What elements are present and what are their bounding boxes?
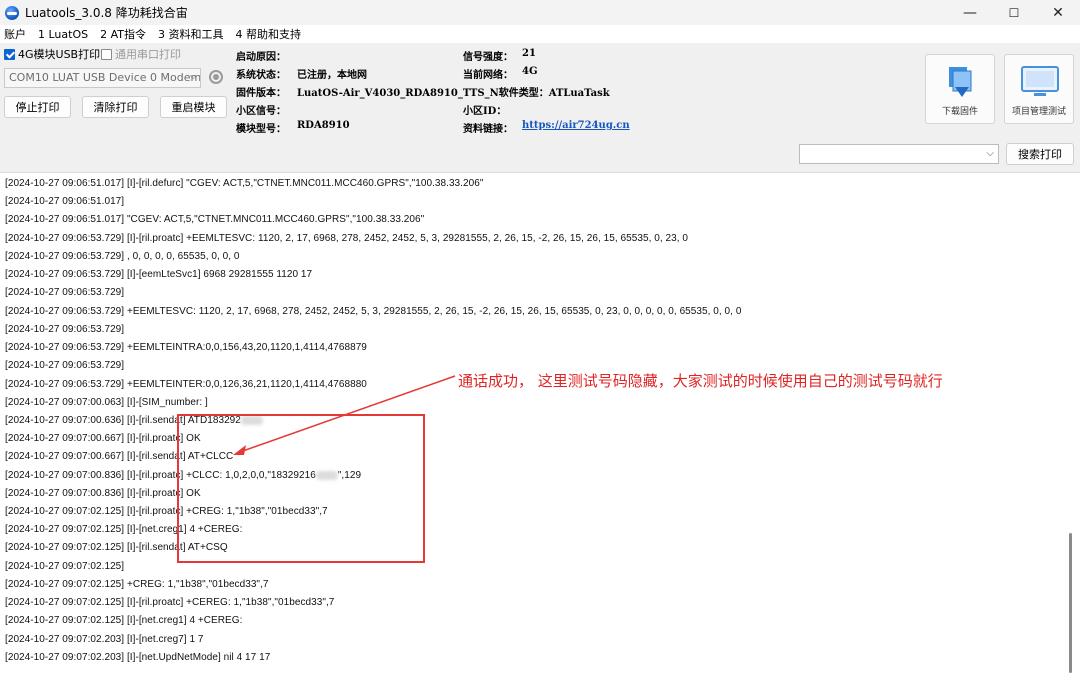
restart-module-button[interactable]: 重启模块 — [160, 96, 227, 118]
highlight-box — [177, 414, 425, 563]
menu-luatos[interactable]: 1 LuatOS — [38, 28, 88, 41]
download-icon — [949, 67, 972, 97]
download-firmware-button[interactable]: 下载固件 — [925, 54, 995, 124]
control-panel: 4G模块USB打印 通用串口打印 COM10 LUAT USB Device 0… — [0, 43, 1080, 172]
log-line: [2024-10-27 09:07:00.063] [I]-[SIM_numbe… — [5, 397, 208, 408]
app-logo-icon — [5, 5, 19, 20]
log-line: [2024-10-27 09:06:53.729] +EEMLTEINTER:0… — [5, 379, 367, 390]
log-line: [2024-10-27 09:07:00.667] [I]-[ril.proat… — [5, 433, 201, 444]
menu-account[interactable]: 账户 — [4, 26, 26, 42]
doc-link-label: 资料链接： — [463, 124, 513, 135]
log-line: [2024-10-27 09:07:02.203] [I]-[net.creg7… — [5, 634, 204, 645]
menu-bar: 账户 1 LuatOS 2 AT指令 3 资料和工具 4 帮助和支持 — [0, 25, 1080, 43]
chevron-down-icon: ⌵ — [189, 71, 197, 82]
port-select[interactable]: COM10 LUAT USB Device 0 Modem (C ⌵ — [4, 68, 201, 88]
maximize-button[interactable]: ☐ — [992, 0, 1036, 25]
window-controls: — ☐ ✕ — [948, 0, 1080, 25]
project-test-label: 项目管理测试 — [1011, 107, 1066, 117]
cell-signal-label: 小区信号： — [236, 106, 286, 117]
log-line: [2024-10-27 09:06:53.729] , 0, 0, 0, 0, … — [5, 251, 240, 262]
log-line: [2024-10-27 09:06:53.729] [I]-[eemLteSvc… — [5, 269, 313, 280]
current-network-value: 4G — [522, 66, 538, 77]
log-line: [2024-10-27 09:06:53.729] — [5, 360, 125, 371]
boot-reason-label: 启动原因： — [236, 52, 286, 63]
minimize-button[interactable]: — — [948, 0, 992, 25]
usb-print-label: 4G模块USB打印 — [18, 48, 101, 61]
download-firmware-label: 下载固件 — [941, 107, 978, 117]
project-test-button[interactable]: 项目管理测试 — [1004, 54, 1074, 124]
log-line: [2024-10-27 09:06:53.729] +EEMLTEINTRA:0… — [5, 342, 367, 353]
search-input[interactable]: ⌵ — [799, 144, 999, 164]
monitor-icon — [1021, 66, 1059, 96]
log-line: [2024-10-27 09:07:00.836] [I]-[ril.proat… — [5, 488, 201, 499]
serial-print-checkbox[interactable]: 通用串口打印 — [101, 46, 181, 62]
log-line: [2024-10-27 09:06:53.729] +EEMLTESVC: 11… — [5, 306, 742, 317]
menu-help-support[interactable]: 4 帮助和支持 — [236, 26, 302, 42]
annotation-text: 通话成功， 这里测试号码隐藏，大家测试的时候使用自己的测试号码就行 — [458, 372, 943, 390]
window-title: Luatools_3.0.8 降功耗找合宙 — [25, 6, 188, 20]
menu-at-commands[interactable]: 2 AT指令 — [100, 26, 146, 42]
log-line: [2024-10-27 09:06:51.017] "CGEV: ACT,5,"… — [5, 214, 425, 225]
module-model-label: 模块型号： — [236, 124, 286, 135]
search-print-button[interactable]: 搜索打印 — [1006, 143, 1074, 165]
firmware-label: 固件版本： — [236, 88, 286, 99]
doc-link[interactable]: https://air724ug.cn — [522, 120, 630, 131]
current-network-label: 当前网络： — [463, 70, 513, 81]
signal-strength-label: 信号强度： — [463, 52, 513, 63]
menu-resources-tools[interactable]: 3 资料和工具 — [158, 26, 224, 42]
system-status-value: 已注册，本地网 — [297, 70, 367, 81]
usb-print-checkbox[interactable]: 4G模块USB打印 — [4, 46, 100, 62]
clear-print-button[interactable]: 清除打印 — [82, 96, 149, 118]
module-model-value: RDA8910 — [297, 120, 350, 131]
chevron-down-icon: ⌵ — [986, 148, 994, 159]
log-line: [2024-10-27 09:06:51.017] — [5, 196, 125, 207]
log-line: [2024-10-27 09:07:02.125] [I]-[net.creg1… — [5, 615, 243, 626]
firmware-value: LuatOS-Air_V4030_RDA8910_TTS_N软件类型：ATLua… — [297, 88, 610, 99]
log-line: [2024-10-27 09:07:02.203] [I]-[net.UpdNe… — [5, 652, 271, 663]
log-line: [2024-10-27 09:07:02.125] — [5, 561, 125, 572]
close-button[interactable]: ✕ — [1036, 0, 1080, 25]
stop-print-button[interactable]: 停止打印 — [4, 96, 71, 118]
log-line: [2024-10-27 09:06:53.729] [I]-[ril.proat… — [5, 233, 689, 244]
log-scrollbar[interactable] — [1069, 533, 1072, 673]
log-panel[interactable]: [2024-10-27 09:06:51.017] [I]-[ril.defur… — [0, 172, 1080, 673]
log-line: [2024-10-27 09:07:02.125] +CREG: 1,"1b38… — [5, 579, 269, 590]
log-line: [2024-10-27 09:06:51.017] [I]-[ril.defur… — [5, 178, 484, 189]
log-line: [2024-10-27 09:06:53.729] — [5, 287, 125, 298]
signal-strength-value: 21 — [522, 48, 536, 59]
title-bar: Luatools_3.0.8 降功耗找合宙 — ☐ ✕ — [0, 0, 1080, 25]
port-status-icon[interactable] — [209, 70, 223, 84]
log-line: [2024-10-27 09:06:53.729] — [5, 324, 125, 335]
log-line: [2024-10-27 09:07:02.125] [I]-[ril.proat… — [5, 597, 335, 608]
serial-print-label: 通用串口打印 — [115, 48, 181, 61]
checkbox-checked-icon — [4, 48, 15, 60]
cell-id-label: 小区ID： — [463, 106, 507, 117]
port-select-value: COM10 LUAT USB Device 0 Modem (C — [9, 71, 201, 84]
system-status-label: 系统状态： — [236, 70, 286, 81]
checkbox-unchecked-icon — [101, 48, 112, 60]
